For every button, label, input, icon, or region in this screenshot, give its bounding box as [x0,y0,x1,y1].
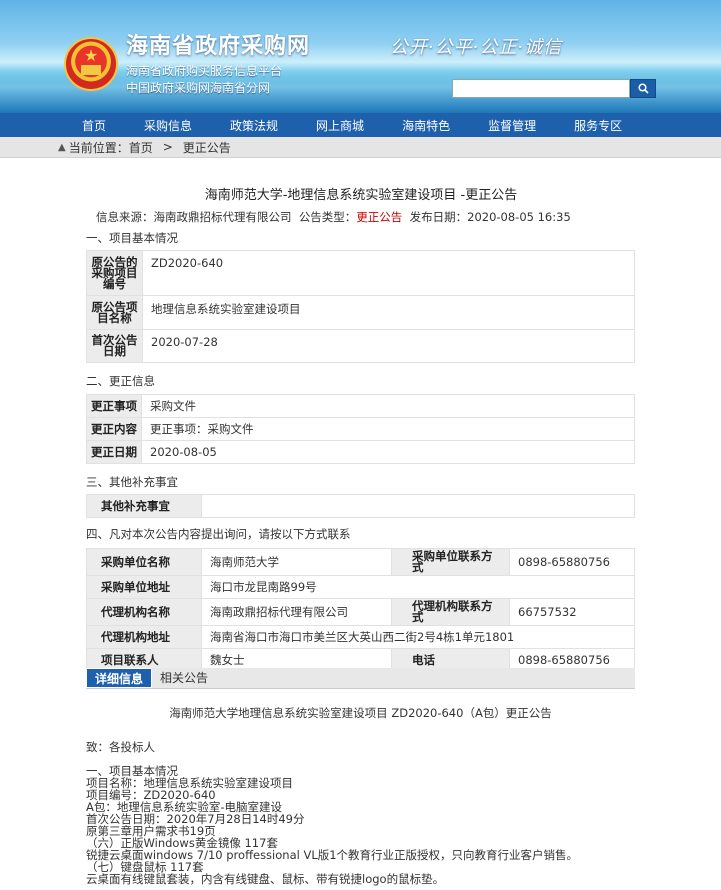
cell-label: 首次公告日期 [86,329,143,363]
slogan: 公开·公平·公正·诚信 [390,37,563,58]
table-row: 原公告项目名称 地理信息系统实验室建设项目 [86,295,635,330]
site-title[interactable]: 海南省政府采购网 [126,28,310,60]
search-button[interactable] [630,79,656,98]
contact-table: 采购单位名称 海南师范大学 采购单位联系方式 0898-65880756 采购单… [86,548,635,672]
nav-item-services[interactable]: 服务专区 [555,117,641,134]
header-banner: ★ 海南省政府采购网 海南省政府购买服务信息平台 中国政府采购网海南省分网 公开… [0,0,721,113]
breadcrumb: ▲ 当前位置： 首页 > 更正公告 [0,137,721,158]
cell-value: 海南政鼎招标代理有限公司 [201,598,392,626]
cell-label: 更正日期 [86,440,142,464]
section-heading-contact: 四、凡对本次公告内容提出询问，请按以下方式联系 [86,527,351,541]
cell-value: 2020-07-28 [142,329,635,363]
correction-info-table: 更正事项 采购文件 更正内容 更正事项：采购文件 更正日期 2020-08-05 [86,394,635,464]
tab-related-notices[interactable]: 相关公告 [152,668,216,688]
cell-label: 代理机构地址 [86,625,202,649]
table-row: 代理机构地址 海南省海口市海口市美兰区大英山西二街2号4栋1单元1801 [86,625,635,649]
breadcrumb-home-link[interactable]: 首页 [129,139,153,156]
site-subtitle-2: 中国政府采购网海南省分网 [126,81,271,95]
detail-greeting: 致：各投标人 [86,740,155,754]
cell-value: 采购文件 [141,394,635,418]
date-label: 发布日期： [409,210,468,224]
nav-item-supervision[interactable]: 监督管理 [469,117,555,134]
table-row: 采购单位名称 海南师范大学 采购单位联系方式 0898-65880756 [86,548,635,576]
table-row: 采购单位地址 海口市龙昆南路99号 [86,575,635,599]
breadcrumb-separator: > [162,140,173,154]
cell-value: 海南师范大学 [201,548,392,576]
home-icon: ▲ [58,141,66,153]
basic-info-table: 原公告的采购项目编号 ZD2020-640 原公告项目名称 地理信息系统实验室建… [86,250,635,363]
table-row: 更正日期 2020-08-05 [86,440,635,464]
section-heading-basic: 一、项目基本情况 [86,231,178,245]
detail-heading: 海南师范大学地理信息系统实验室建设项目 ZD2020-640（A包）更正公告 [169,706,552,720]
cell-value: ZD2020-640 [142,250,635,296]
table-row: 更正内容 更正事项：采购文件 [86,417,635,441]
other-info-table: 其他补充事宜 [86,494,635,518]
table-row: 其他补充事宜 [86,494,635,518]
national-emblem-icon: ★ [64,37,118,91]
cell-label: 原公告的采购项目编号 [86,250,143,296]
nav-item-online-mall[interactable]: 网上商城 [297,117,383,134]
cell-value: 0898-65880756 [509,548,635,576]
nav-item-policies[interactable]: 政策法规 [211,117,297,134]
cell-value: 海口市龙昆南路99号 [201,575,635,599]
table-row: 更正事项 采购文件 [86,394,635,418]
source-label: 信息来源： [96,210,154,224]
table-row: 原公告的采购项目编号 ZD2020-640 [86,250,635,296]
cell-value: 地理信息系统实验室建设项目 [142,295,635,330]
search-icon [637,83,649,94]
detail-tabs: 详细信息 相关公告 [86,668,635,689]
cell-label: 其他补充事宜 [86,494,202,518]
cell-label: 代理机构名称 [86,598,202,626]
table-row: 代理机构名称 海南政鼎招标代理有限公司 代理机构联系方式 66757532 [86,598,635,626]
table-row: 首次公告日期 2020-07-28 [86,329,635,363]
cell-label: 更正事项 [86,394,142,418]
cell-value: 2020-08-05 [141,440,635,464]
cell-value [201,494,635,518]
cell-label: 采购单位地址 [86,575,202,599]
page-title: 海南师范大学-地理信息系统实验室建设项目 -更正公告 [204,188,518,203]
cell-value: 更正事项：采购文件 [141,417,635,441]
nav-item-home[interactable]: 首页 [72,117,125,134]
cell-label: 更正内容 [86,417,142,441]
nav-item-procurement-info[interactable]: 采购信息 [125,117,211,134]
breadcrumb-current[interactable]: 更正公告 [183,139,231,156]
source-value: 海南政鼎招标代理有限公司 [153,210,292,224]
cell-value: 海南省海口市海口市美兰区大英山西二街2号4栋1单元1801 [201,625,635,649]
main-nav: 首页 采购信息 政策法规 网上商城 海南特色 监督管理 服务专区 [0,113,721,137]
section-heading-correction: 二、更正信息 [86,374,155,388]
cell-value: 66757532 [509,598,635,626]
type-label: 公告类型： [298,210,357,224]
cell-label: 采购单位联系方式 [391,548,510,576]
tab-details[interactable]: 详细信息 [86,668,153,688]
cell-label: 原公告项目名称 [86,295,143,330]
date-value: 2020-08-05 16:35 [467,210,571,224]
cell-label: 代理机构联系方式 [391,598,510,626]
search-input[interactable] [452,79,630,98]
cell-label: 采购单位名称 [86,548,202,576]
type-value: 更正公告 [356,210,403,224]
breadcrumb-prefix: 当前位置： [68,140,129,155]
notice-meta: 信息来源：海南政鼎招标代理有限公司 公告类型：更正公告 发布日期：2020-08… [96,209,571,225]
detail-line: 云桌面有线键鼠套装，内含有线键盘、鼠标、带有锐捷logo的鼠标垫。 [86,872,445,886]
nav-item-hainan-features[interactable]: 海南特色 [383,117,469,134]
site-subtitle-1: 海南省政府购买服务信息平台 [126,64,283,78]
section-heading-other: 三、其他补充事宜 [86,475,178,489]
